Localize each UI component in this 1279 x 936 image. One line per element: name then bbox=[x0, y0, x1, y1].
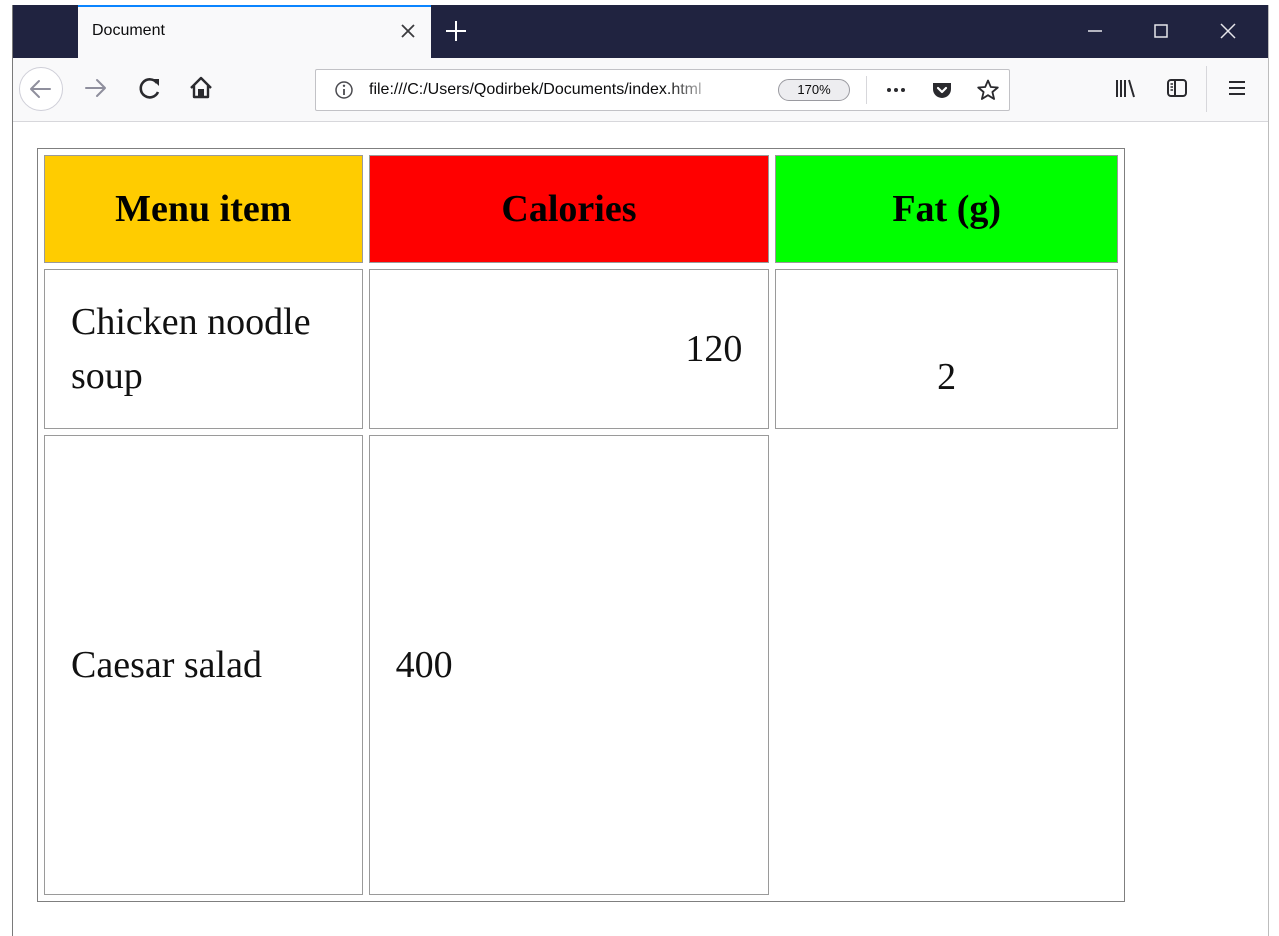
arrow-right-icon[interactable] bbox=[78, 70, 114, 106]
arrow-left-icon[interactable] bbox=[19, 67, 63, 111]
page-content: Menu item Calories Fat (g) Chicken noodl… bbox=[13, 122, 1268, 936]
header-fat: Fat (g) bbox=[775, 155, 1118, 263]
cell-empty bbox=[775, 435, 1118, 895]
cell-menu-item: Chicken noodle soup bbox=[44, 269, 363, 429]
close-icon[interactable] bbox=[397, 20, 419, 42]
pocket-icon[interactable] bbox=[930, 78, 954, 102]
nav-toolbar: file:///C:/Users/Qodirbek/Documents/inde… bbox=[13, 58, 1268, 122]
info-icon[interactable] bbox=[332, 78, 356, 102]
zoom-level-badge[interactable]: 170% bbox=[778, 79, 850, 101]
tab-strip: Document bbox=[13, 5, 1268, 58]
cell-text: 120 bbox=[685, 328, 743, 370]
hamburger-icon[interactable] bbox=[1219, 70, 1255, 106]
url-bar-divider bbox=[866, 76, 867, 104]
table-row: Caesar salad 400 bbox=[44, 435, 1118, 895]
cell-calories: 400 bbox=[368, 435, 770, 895]
cell-text: Caesar salad bbox=[71, 644, 262, 686]
plus-icon[interactable] bbox=[441, 17, 471, 45]
cell-text: 400 bbox=[395, 644, 453, 686]
table-header-row: Menu item Calories Fat (g) bbox=[44, 155, 1118, 263]
cell-text: Chicken noodle soup bbox=[71, 301, 311, 397]
home-icon[interactable] bbox=[183, 70, 219, 106]
cell-text: 2 bbox=[937, 356, 957, 398]
url-bar[interactable]: file:///C:/Users/Qodirbek/Documents/inde… bbox=[315, 69, 1010, 111]
library-icon[interactable] bbox=[1107, 70, 1143, 106]
tab-document[interactable]: Document bbox=[78, 5, 431, 58]
window-close-icon[interactable] bbox=[1213, 17, 1243, 45]
ellipsis-icon[interactable] bbox=[884, 78, 908, 102]
header-calories: Calories bbox=[368, 155, 770, 263]
toolbar-divider bbox=[1206, 66, 1207, 112]
header-menu-item: Menu item bbox=[44, 155, 363, 263]
minimize-icon[interactable] bbox=[1080, 17, 1110, 45]
url-text[interactable]: file:///C:/Users/Qodirbek/Documents/inde… bbox=[369, 81, 719, 99]
maximize-icon[interactable] bbox=[1146, 17, 1176, 45]
cell-menu-item: Caesar salad bbox=[44, 435, 363, 895]
cell-calories: 120 bbox=[368, 269, 770, 429]
sidebar-icon[interactable] bbox=[1159, 70, 1195, 106]
reload-icon[interactable] bbox=[132, 70, 168, 106]
cell-fat: 2 bbox=[775, 269, 1118, 429]
star-icon[interactable] bbox=[976, 78, 1000, 102]
menu-table: Menu item Calories Fat (g) Chicken noodl… bbox=[37, 148, 1125, 902]
tab-title: Document bbox=[92, 22, 165, 39]
browser-window: Document file:///C:/Users/Qodirbek/Docum… bbox=[12, 5, 1269, 936]
table-row: Chicken noodle soup 120 2 bbox=[44, 269, 1118, 429]
